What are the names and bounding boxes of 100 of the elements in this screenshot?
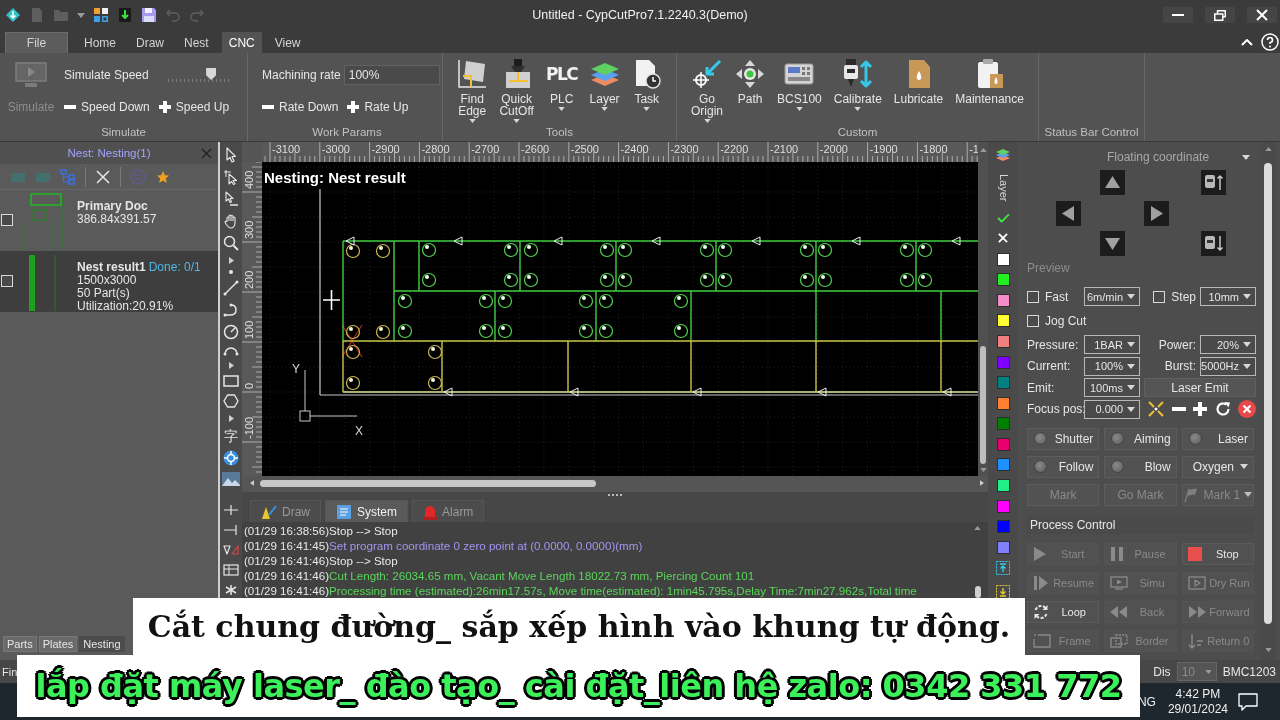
save-icon[interactable]	[141, 7, 157, 23]
toggle-button[interactable]: Shutter	[1027, 427, 1100, 450]
checkbox[interactable]	[1027, 315, 1039, 327]
maintenance-button[interactable]: Maintenance	[953, 57, 1026, 105]
layout-grid-icon[interactable]	[93, 7, 109, 23]
snap-cross-icon[interactable]	[223, 504, 239, 516]
color-swatch-icon[interactable]	[996, 293, 1010, 307]
rectangle-tool-icon[interactable]	[223, 375, 239, 387]
log-scrollbar[interactable]	[973, 526, 982, 598]
ribbon-tab[interactable]: CNC	[221, 32, 262, 53]
vertical-scrollbar[interactable]	[978, 142, 988, 476]
pan-hand-icon[interactable]	[223, 213, 239, 229]
color-swatch-icon[interactable]	[996, 540, 1010, 554]
z-down-head-icon[interactable]	[1201, 231, 1226, 256]
minimize-button[interactable]	[1163, 7, 1193, 23]
nest-layout-drawing[interactable]	[341, 236, 978, 397]
plc-button[interactable]: PLC PLC	[544, 57, 580, 111]
dropdown[interactable]: 1BAR	[1084, 335, 1140, 354]
left-arrow-button-icon[interactable]	[1056, 200, 1081, 226]
circle-tool-icon[interactable]	[223, 324, 239, 340]
color-swatch-icon[interactable]	[996, 437, 1010, 451]
pointer-arrow-icon[interactable]	[223, 147, 239, 163]
check-icon[interactable]	[996, 212, 1010, 223]
color-swatch-icon[interactable]	[996, 520, 1010, 534]
dropdown[interactable]: 0.000	[1084, 399, 1140, 419]
image-icon[interactable]	[222, 472, 240, 486]
calibrate-button[interactable]: Calibrate	[831, 57, 884, 111]
checkbox[interactable]	[1, 275, 13, 287]
scrollbar-thumb[interactable]	[1264, 163, 1272, 624]
refresh-icon[interactable]	[1214, 401, 1231, 417]
text-tool-button[interactable]: 字	[224, 428, 238, 444]
dropdown[interactable]: 6m/min	[1084, 287, 1140, 306]
table-icon[interactable]	[223, 564, 239, 576]
color-swatch-icon[interactable]	[996, 273, 1010, 287]
notification-icon[interactable]	[1238, 692, 1258, 711]
dropdown[interactable]: 100%	[1084, 356, 1140, 376]
find-edge-button[interactable]: Find Edge	[455, 57, 490, 123]
log-tab[interactable]: System	[325, 500, 409, 522]
asterisk-icon[interactable]	[223, 584, 239, 596]
expand-arrow-icon[interactable]	[228, 362, 234, 369]
nest-list-item[interactable]: Nest result1 Done: 0/1 1500x3000 50 Part(s) Utilization:20.91%	[0, 251, 218, 312]
collapse-ribbon-icon[interactable]	[1241, 37, 1253, 46]
gas-dropdown[interactable]: Oxygen	[1181, 455, 1254, 478]
file-menu-button[interactable]: File	[5, 32, 68, 53]
move-to-top-icon[interactable]	[996, 561, 1010, 576]
ribbon-tab[interactable]: Home	[77, 32, 123, 53]
expand-arrow-icon[interactable]	[228, 257, 234, 264]
task-button[interactable]: Task	[629, 57, 664, 111]
down-arrow-button-icon[interactable]	[1100, 231, 1125, 256]
up-arrow-button-icon[interactable]	[1100, 170, 1125, 195]
nest-list-item[interactable]: Primary Doc 386.84x391.57	[0, 190, 218, 251]
checkbox[interactable]	[1027, 290, 1039, 303]
cancel-icon[interactable]	[1238, 400, 1256, 418]
stop-button[interactable]: Stop	[1181, 542, 1254, 565]
target-icon[interactable]	[223, 450, 239, 466]
dropdown[interactable]: 5000Hz	[1200, 356, 1256, 376]
polyline-tool-icon[interactable]	[223, 302, 239, 318]
color-swatch-icon[interactable]	[996, 458, 1010, 472]
mirror-triangles-icon[interactable]	[223, 544, 239, 556]
scrollbar-thumb[interactable]	[260, 479, 596, 487]
drawing-canvas[interactable]: Nesting: Nest result Y X	[262, 162, 978, 476]
color-swatch-icon[interactable]	[996, 417, 1010, 431]
quick-cutoff-button[interactable]: Quick CutOff	[497, 57, 536, 123]
rate-up-button[interactable]: Rate Up	[347, 100, 409, 114]
measure-icon[interactable]	[223, 524, 239, 536]
ribbon-tab[interactable]: Draw	[129, 32, 172, 53]
ribbon-tab[interactable]: View	[267, 32, 308, 53]
right-arrow-button-icon[interactable]	[1144, 200, 1169, 226]
scrollbar-thumb[interactable]	[980, 346, 986, 464]
clock-time[interactable]: 4:42 PM	[1175, 686, 1221, 702]
rate-down-button[interactable]: Rate Down	[262, 100, 339, 114]
restore-button[interactable]	[1205, 7, 1235, 23]
app-logo-icon[interactable]	[5, 7, 21, 23]
dropdown[interactable]: 100ms	[1084, 378, 1140, 397]
coordinate-mode-dropdown[interactable]: Floating coordinate	[1027, 147, 1254, 167]
color-swatch-icon[interactable]	[996, 396, 1010, 410]
zoom-icon[interactable]	[223, 235, 239, 251]
toggle-button[interactable]: Follow	[1027, 455, 1100, 478]
toggle-button[interactable]: Laser	[1181, 427, 1254, 450]
loop-button[interactable]: Loop	[1027, 600, 1100, 623]
laser-emit-button[interactable]: Laser Emit	[1144, 378, 1256, 397]
slider-thumb[interactable]	[206, 68, 217, 80]
line-tool-icon[interactable]	[223, 280, 239, 296]
hexagon-tool-icon[interactable]	[223, 393, 239, 409]
speed-down-button[interactable]: Speed Down	[64, 100, 150, 114]
lubricate-button[interactable]: Lubricate	[891, 57, 946, 105]
minus-icon[interactable]	[1171, 407, 1186, 411]
dropdown[interactable]: 10mm	[1200, 287, 1256, 306]
machining-rate-field[interactable]: 100%	[343, 65, 440, 85]
ribbon-tab[interactable]: Nest	[177, 32, 216, 53]
toggle-button[interactable]: Aiming	[1104, 427, 1177, 450]
checkbox[interactable]	[1153, 290, 1166, 303]
layers-icon[interactable]	[995, 147, 1011, 163]
close-button[interactable]	[1247, 7, 1277, 23]
layer-button[interactable]: Layer	[587, 57, 622, 111]
focus-arrows-icon[interactable]	[1148, 401, 1164, 417]
panel-tab[interactable]: Nesting	[79, 636, 125, 652]
panel-tab[interactable]: Parts	[3, 636, 37, 652]
panel-tab[interactable]: Plates	[38, 636, 78, 652]
color-swatch-icon[interactable]	[996, 376, 1010, 390]
